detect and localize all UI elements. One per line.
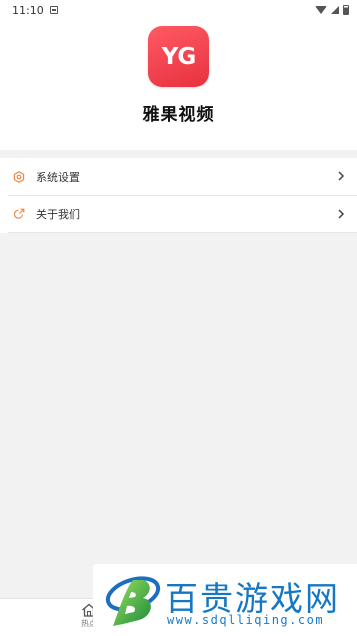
signal-icon xyxy=(331,6,339,14)
chevron-right-icon xyxy=(338,209,345,219)
watermark-url: www.sdqlliqing.com xyxy=(167,613,325,627)
menu-item-about-us[interactable]: 关于我们 xyxy=(8,195,357,232)
menu-item-system-settings[interactable]: 系统设置 xyxy=(0,158,357,195)
menu-item-label: 关于我们 xyxy=(36,208,80,221)
divider xyxy=(8,232,357,233)
settings-icon xyxy=(13,170,25,183)
status-time: 11:10 xyxy=(12,3,44,17)
notification-icon xyxy=(49,6,58,14)
external-link-icon xyxy=(13,208,25,220)
watermark-logo xyxy=(105,576,161,626)
profile-header: YG 雅果视频 xyxy=(0,20,357,150)
wifi-icon xyxy=(315,6,327,14)
watermark-banner: 百贵游戏网 www.sdqlliqing.com xyxy=(93,564,357,636)
app-logo-text: YG xyxy=(161,43,197,70)
app-name: 雅果视频 xyxy=(142,105,215,125)
settings-menu: 系统设置 关于我们 xyxy=(0,158,357,233)
chevron-right-icon xyxy=(338,171,345,181)
status-bar: 11:10 xyxy=(0,0,357,20)
menu-item-label: 系统设置 xyxy=(36,170,80,184)
battery-icon xyxy=(343,5,349,15)
app-logo: YG xyxy=(148,26,209,87)
